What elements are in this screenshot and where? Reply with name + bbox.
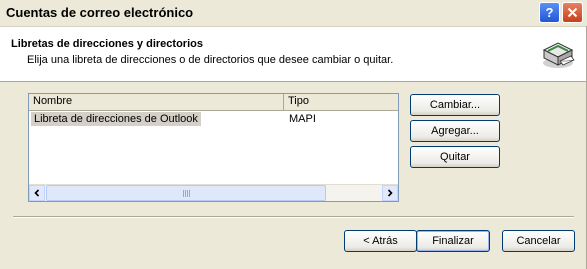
close-icon <box>567 7 578 18</box>
list-item-name: Libreta de direcciones de Outlook <box>31 112 201 126</box>
back-button[interactable]: < Atrás <box>344 230 417 252</box>
column-header-type[interactable]: Tipo <box>284 94 398 110</box>
chevron-right-icon <box>387 189 393 197</box>
add-button[interactable]: Agregar... <box>410 120 500 142</box>
title-bar: Cuentas de correo electrónico ? <box>0 0 587 27</box>
header-subtitle: Elija una libreta de direcciones o de di… <box>27 54 394 66</box>
finish-button[interactable]: Finalizar <box>416 230 490 252</box>
list-item[interactable]: Libreta de direcciones de Outlook MAPI <box>29 112 398 126</box>
wizard-header: Libretas de direcciones y directorios El… <box>0 27 587 82</box>
close-button[interactable] <box>562 2 583 23</box>
list-item-type: MAPI <box>289 113 316 125</box>
scroll-right-button[interactable] <box>382 185 398 201</box>
scrollbar-thumb[interactable] <box>46 185 326 201</box>
chevron-left-icon <box>34 189 40 197</box>
scroll-left-button[interactable] <box>29 185 45 201</box>
list-header: Nombre Tipo <box>29 94 398 111</box>
header-title: Libretas de direcciones y directorios <box>11 38 203 50</box>
address-book-icon <box>542 42 575 68</box>
column-header-name[interactable]: Nombre <box>29 94 284 110</box>
footer-divider <box>13 216 574 218</box>
scrollbar-grip-icon <box>183 190 191 197</box>
window-title: Cuentas de correo electrónico <box>6 5 194 20</box>
address-book-list[interactable]: Nombre Tipo Libreta de direcciones de Ou… <box>28 93 399 202</box>
horizontal-scrollbar[interactable] <box>29 184 398 201</box>
change-button[interactable]: Cambiar... <box>410 94 500 116</box>
cancel-button[interactable]: Cancelar <box>502 230 575 252</box>
remove-button[interactable]: Quitar <box>410 146 500 168</box>
help-icon: ? <box>545 5 554 20</box>
help-button[interactable]: ? <box>539 2 560 23</box>
